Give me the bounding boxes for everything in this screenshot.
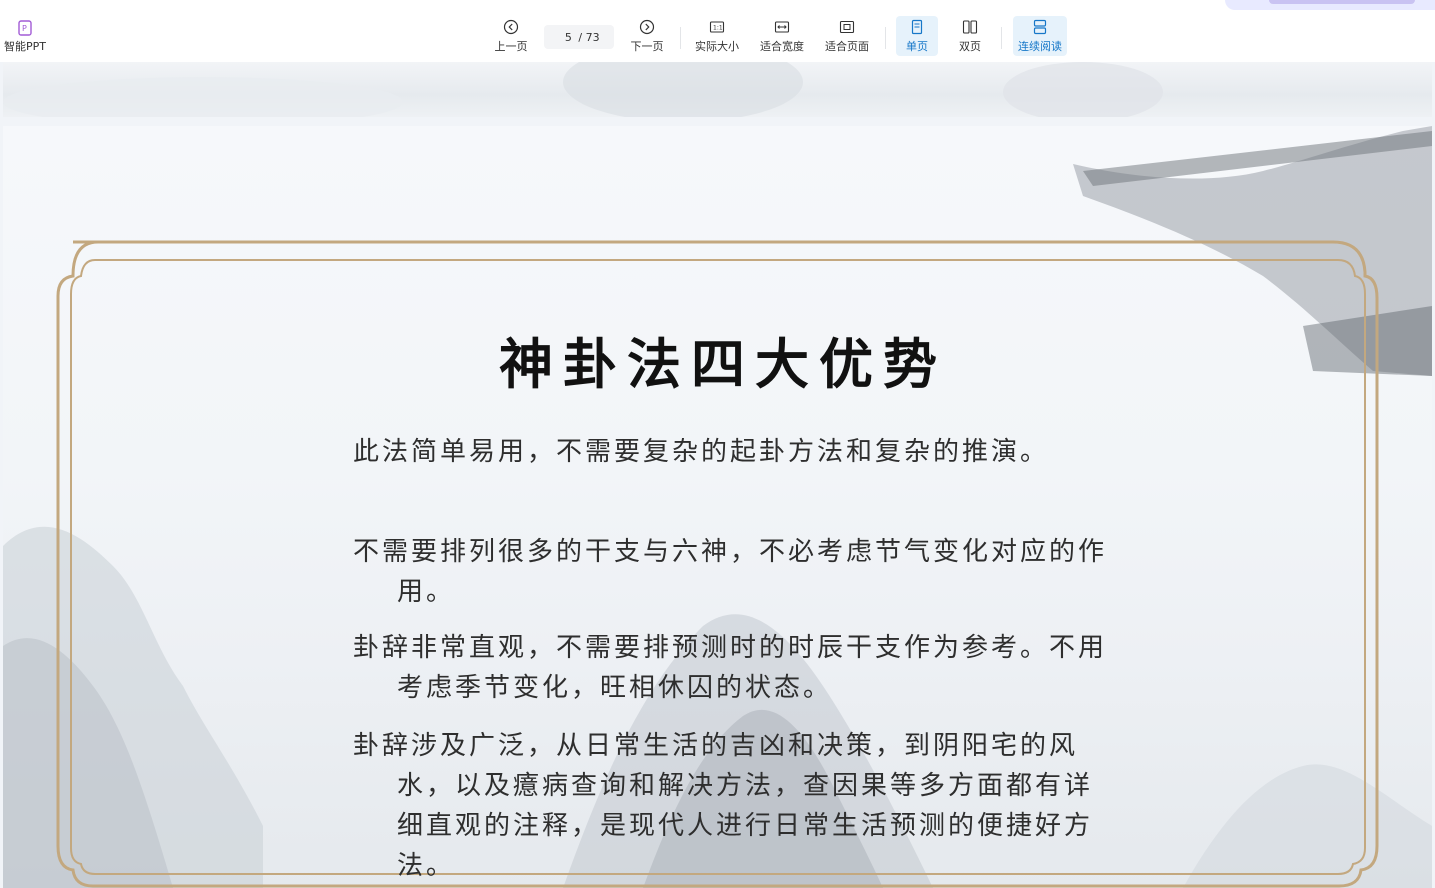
svg-text:1:1: 1:1 bbox=[713, 24, 723, 31]
toolbar-divider bbox=[885, 27, 886, 49]
page-number-input[interactable] bbox=[558, 30, 579, 44]
fit-width-label: 适合宽度 bbox=[760, 39, 804, 53]
actual-size-label: 实际大小 bbox=[695, 39, 739, 53]
svg-text:P: P bbox=[22, 24, 27, 33]
smart-ppt-button[interactable]: P 智能PPT bbox=[2, 20, 48, 56]
toolbar-divider bbox=[1001, 27, 1002, 49]
single-page-button[interactable]: 单页 bbox=[896, 16, 938, 56]
chevron-right-icon bbox=[639, 19, 655, 34]
slide-paragraph: 卦辞涉及广泛，从日常生活的吉凶和决策，到阴阳宅的风水，以及癔病查询和解决方法，查… bbox=[353, 731, 1094, 881]
single-page-label: 单页 bbox=[906, 39, 928, 53]
previous-page-preview bbox=[3, 62, 1432, 117]
slide-page: 神卦法四大优势 此法简单易用，不需要复杂的起卦方法和复杂的推演。 不需要排列很多… bbox=[3, 126, 1432, 888]
document-viewer[interactable]: 神卦法四大优势 此法简单易用，不需要复杂的起卦方法和复杂的推演。 不需要排列很多… bbox=[0, 62, 1435, 888]
mist-decoration bbox=[3, 62, 1163, 117]
continuous-read-button[interactable]: 连续阅读 bbox=[1013, 16, 1067, 56]
single-page-icon bbox=[911, 19, 923, 34]
smart-ppt-label: 智能PPT bbox=[4, 40, 46, 53]
fit-page-icon bbox=[839, 20, 855, 33]
top-right-pill[interactable] bbox=[1225, 0, 1435, 10]
fit-width-button[interactable]: 适合宽度 bbox=[757, 16, 807, 56]
prev-page-button[interactable]: 上一页 bbox=[490, 16, 532, 56]
fit-width-icon bbox=[774, 20, 790, 33]
toolbar: P 智能PPT 上一页 / 73 下一页 1:1 实际大小 适合 bbox=[0, 0, 1435, 63]
next-page-button[interactable]: 下一页 bbox=[626, 16, 668, 56]
continuous-read-label: 连续阅读 bbox=[1018, 39, 1062, 53]
double-page-label: 双页 bbox=[959, 39, 981, 53]
next-page-label: 下一页 bbox=[630, 39, 664, 53]
continuous-read-icon bbox=[1033, 19, 1047, 34]
fit-page-button[interactable]: 适合页面 bbox=[822, 16, 872, 56]
chevron-left-icon bbox=[503, 19, 519, 34]
slide-title: 神卦法四大优势 bbox=[499, 332, 947, 396]
ppt-icon: P bbox=[18, 20, 32, 36]
toolbar-divider bbox=[680, 27, 681, 49]
slide-paragraph: 此法简单易用，不需要复杂的起卦方法和复杂的推演。 bbox=[353, 437, 1050, 467]
actual-size-icon: 1:1 bbox=[709, 20, 725, 33]
slide-paragraph: 不需要排列很多的干支与六神，不必考虑节气变化对应的作用。 bbox=[353, 537, 1108, 607]
fit-page-label: 适合页面 bbox=[825, 39, 869, 53]
page-total: / 73 bbox=[578, 30, 600, 44]
page-indicator: / 73 bbox=[544, 25, 614, 49]
prev-page-label: 上一页 bbox=[494, 39, 528, 53]
actual-size-button[interactable]: 1:1 实际大小 bbox=[692, 16, 742, 56]
double-page-icon bbox=[962, 19, 978, 34]
double-page-button[interactable]: 双页 bbox=[950, 16, 990, 56]
slide-paragraph: 卦辞非常直观，不需要排预测时的时辰干支作为参考。不用考虑季节变化，旺相休囚的状态… bbox=[353, 633, 1108, 703]
